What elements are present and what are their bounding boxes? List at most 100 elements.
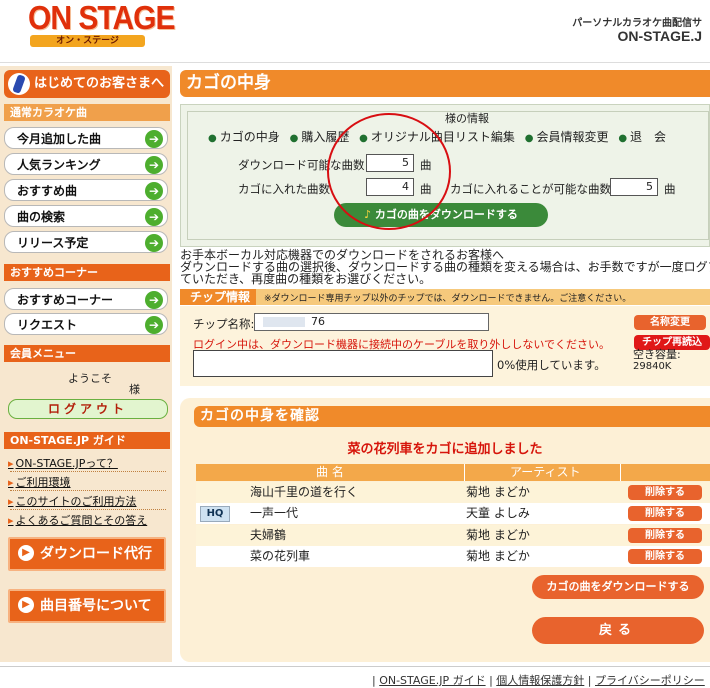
notice-line: ていただき、再度曲の種類をお選びください。 — [180, 272, 432, 286]
site-logo-sub: オン・ステージ — [30, 35, 145, 47]
nav-label: リリース予定 — [17, 236, 89, 250]
can-add-value: 5 — [610, 178, 658, 196]
guide-section-header: ON-STAGE.JP ガイド — [4, 432, 170, 449]
play-icon: ▶ — [18, 597, 34, 613]
footer-privacy-link[interactable]: プライバシーポリシー — [595, 674, 705, 687]
guide-link-howto[interactable]: このサイトのご利用方法 — [8, 493, 137, 509]
arrow-right-icon: ➔ — [145, 156, 163, 174]
table-row: HQ 一声一代 天童 よしみ 削除する — [196, 503, 710, 524]
header-tagline: パーソナルカラオケ曲配信サ — [572, 18, 702, 29]
microphone-icon — [8, 73, 30, 95]
delete-button[interactable]: 削除する — [628, 549, 702, 564]
guide-link-about[interactable]: ON-STAGE.JPって？ — [8, 455, 118, 471]
play-icon: ▶ — [18, 545, 34, 561]
chip-header-title: チップ情報 — [180, 289, 257, 305]
track-number-label: 曲目番号について — [40, 598, 152, 614]
highlight-circle — [327, 113, 451, 230]
nav-new-this-month[interactable]: 今月追加した曲 ➔ — [4, 127, 168, 149]
user-suffix: 様 — [129, 383, 140, 396]
song-artist: 天童 よしみ — [466, 506, 530, 520]
footer-divider — [0, 666, 710, 667]
member-info-label: 様の情報 — [445, 112, 489, 125]
logout-label: ログアウト — [47, 402, 128, 416]
chip-name-field: 76 — [254, 313, 489, 331]
arrow-right-icon: ➔ — [145, 208, 163, 226]
table-row: 夫婦鶴 菊地 まどか 削除する — [196, 525, 710, 546]
delete-button[interactable]: 削除する — [628, 485, 702, 500]
download-agent-label: ダウンロード代行 — [40, 546, 152, 562]
song-title: 一声一代 — [250, 506, 299, 520]
nav-song-search[interactable]: 曲の検索 ➔ — [4, 205, 168, 227]
member-menu-header: 会員メニュー — [4, 345, 170, 362]
arrow-right-icon: ➔ — [145, 182, 163, 200]
rename-button[interactable]: 名称変更 — [634, 315, 706, 330]
back-button[interactable]: 戻る — [532, 617, 704, 644]
free-space-value: 29840K — [633, 361, 672, 372]
chip-name-value: 76 — [311, 315, 325, 328]
recommend-section-header: おすすめコーナー — [4, 264, 170, 281]
song-title: 海山千里の道を行く — [250, 485, 359, 499]
karaoke-section-header: 通常カラオケ曲 — [4, 104, 170, 121]
nav-label: 人気ランキング — [17, 158, 101, 172]
cart-table-header: 曲 名 アーティスト — [196, 464, 710, 481]
tab-cart[interactable]: カゴの中身 — [208, 130, 280, 144]
nav-ranking[interactable]: 人気ランキング ➔ — [4, 153, 168, 175]
cart-download-button[interactable]: カゴの曲をダウンロードする — [532, 575, 704, 599]
song-artist: 菊地 まどか — [466, 549, 530, 563]
nav-label: 曲の検索 — [17, 210, 66, 224]
can-add-label: カゴに入れることが可能な曲数 — [450, 182, 611, 196]
nav-upcoming-releases[interactable]: リリース予定 ➔ — [4, 231, 168, 253]
nav-recommended-songs[interactable]: おすすめ曲 ➔ — [4, 179, 168, 201]
song-artist: 菊地 まどか — [466, 528, 530, 542]
nav-label: おすすめ曲 — [17, 184, 78, 198]
unit-label: 曲 — [664, 182, 676, 196]
guide-divider — [10, 490, 166, 491]
site-logo[interactable]: ON STAGE — [28, 0, 175, 37]
footer-links: | ON-STAGE.JP ガイド | 個人情報保護方針 | プライバシーポリシ… — [372, 674, 705, 687]
hq-badge: HQ — [200, 506, 230, 522]
added-message: 菜の花列車をカゴに追加しました — [347, 442, 543, 457]
usage-text: 0%使用しています。 — [497, 358, 606, 372]
free-space-label: 空き容量: — [633, 348, 681, 361]
chip-header-note: ※ダウンロード専用チップ以外のチップでは、ダウンロードできません。ご注意ください… — [264, 294, 632, 304]
song-title: 夫婦鶴 — [250, 528, 287, 542]
chip-name-label: チップ名称: — [193, 317, 255, 331]
guide-link-faq[interactable]: よくあるご質問とその答え — [8, 512, 148, 528]
song-artist: 菊地 まどか — [466, 485, 530, 499]
arrow-right-icon: ➔ — [145, 291, 163, 309]
nav-label: リクエスト — [17, 318, 78, 332]
col-artist: アーティスト — [510, 465, 581, 479]
footer-privacy-policy-link[interactable]: 個人情報保護方針 — [496, 674, 584, 687]
guide-divider — [10, 471, 166, 472]
nav-label: おすすめコーナー — [17, 293, 114, 307]
table-row: 菜の花列車 菊地 まどか 削除する — [196, 546, 710, 567]
delete-button[interactable]: 削除する — [628, 506, 702, 521]
nav-label: 今月追加した曲 — [17, 132, 102, 146]
delete-button[interactable]: 削除する — [628, 528, 702, 543]
footer-guide-link[interactable]: ON-STAGE.JP ガイド — [379, 674, 485, 687]
in-cart-label: カゴに入れた曲数 — [238, 182, 330, 196]
usage-bar — [193, 350, 493, 377]
track-number-button[interactable]: ▶ 曲目番号について — [8, 589, 166, 623]
cart-header: カゴの中身を確認 — [194, 406, 710, 427]
header-divider — [0, 62, 710, 63]
arrow-right-icon: ➔ — [145, 130, 163, 148]
header-site-name: ON-STAGE.J — [617, 28, 702, 44]
guide-divider — [10, 509, 166, 510]
arrow-right-icon: ➔ — [145, 316, 163, 334]
arrow-right-icon: ➔ — [145, 234, 163, 252]
first-visit-button[interactable]: はじめてのお客さまへ — [4, 70, 170, 98]
first-visit-label: はじめてのお客さまへ — [34, 76, 165, 91]
logout-button[interactable]: ログアウト — [8, 399, 168, 419]
nav-recommend-corner[interactable]: おすすめコーナー ➔ — [4, 288, 168, 310]
page-title: カゴの中身 — [180, 70, 710, 97]
chip-header: チップ情報 ※ダウンロード専用チップ以外のチップでは、ダウンロードできません。ご注… — [180, 289, 710, 305]
download-agent-button[interactable]: ▶ ダウンロード代行 — [8, 537, 166, 571]
nav-request[interactable]: リクエスト ➔ — [4, 313, 168, 335]
tab-withdraw[interactable]: 退 会 — [618, 130, 666, 144]
song-title: 菜の花列車 — [250, 549, 311, 563]
table-row: 海山千里の道を行く 菊地 まどか 削除する — [196, 482, 710, 503]
guide-link-environment[interactable]: ご利用環境 — [8, 474, 71, 490]
tab-member-info[interactable]: 会員情報変更 — [525, 130, 609, 144]
col-title: 曲 名 — [316, 465, 344, 479]
